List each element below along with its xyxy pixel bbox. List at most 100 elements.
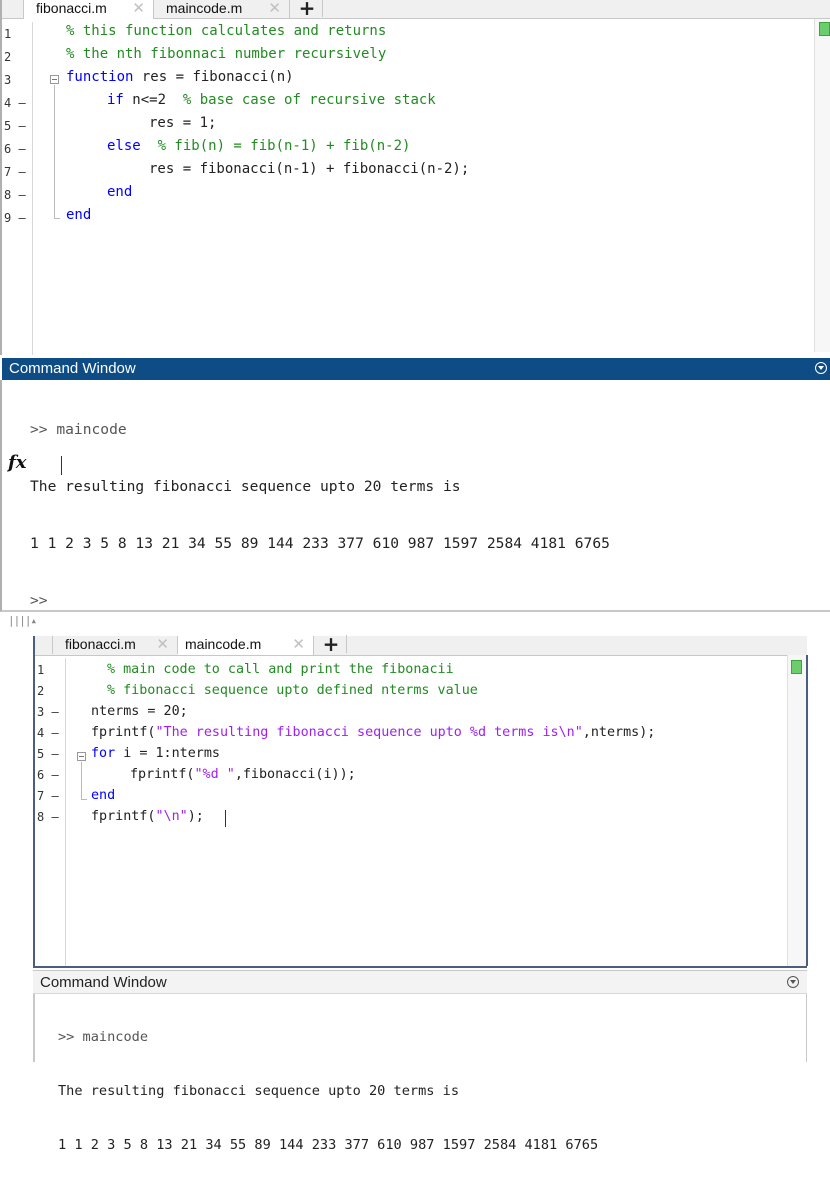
code-line: % fibonacci sequence upto defined nterms… [107,683,478,698]
bottom-command-window-header: Command Window [33,970,807,994]
keyword-function: function [66,69,134,85]
bottom-editor-pane: fibonacci.m ✕ maincode.m ✕ + 1 2 3 — 4 —… [33,634,808,968]
code-string: "The resulting fibonacci sequence upto %… [155,725,583,740]
code-rest: ,fibonacci(i)); [234,767,356,782]
bottom-tab-fibonacci-label: fibonacci.m [65,636,136,652]
code-fn: fprintf( [91,725,156,740]
close-icon[interactable]: ✕ [156,636,169,653]
keyword-for: for [91,746,116,761]
code-line: % the nth fibonnaci number recursively [66,46,387,62]
command-output-line: 1 1 2 3 5 8 13 21 34 55 89 144 233 377 6… [30,535,610,552]
code-string: "%d " [194,767,235,782]
code-line-rest: n<=2 [123,92,183,108]
code-string: "\n" [155,809,188,824]
code-line: nterms = 20; [91,704,188,719]
code-line: function res = fibonacci(n) [66,69,294,85]
fx-function-browser-icon[interactable]: fx [8,452,26,473]
code-rest: ,nterms); [582,725,656,740]
command-line-echo: >> maincode [30,421,127,438]
close-icon[interactable]: ✕ [292,636,305,653]
line-number: 7 — [37,789,59,803]
command-output-line: The resulting fibonacci sequence upto 20… [58,1083,460,1099]
top-line-number-gutter: 1 2 3 4 — 5 — 6 — 7 — 8 — 9 — [2,22,33,355]
line-number: 2 [4,50,12,64]
top-command-window[interactable]: >> maincode The resulting fibonacci sequ… [0,380,830,612]
bottom-line-number-gutter: 1 2 3 — 4 — 5 — 6 — 7 — 8 — [35,658,66,966]
code-line: fprintf("The resulting fibonacci sequenc… [91,725,655,740]
line-number: 6 — [4,142,26,156]
command-output-line: The resulting fibonacci sequence upto 20… [30,478,461,495]
bottom-command-window[interactable]: >> maincode The resulting fibonacci sequ… [33,994,807,1153]
bottom-editor-tabbar: fibonacci.m ✕ maincode.m ✕ + [35,634,807,656]
keyword-else: else [107,138,141,154]
code-line: else % fib(n) = fib(n-1) + fib(n-2) [107,138,410,154]
code-line: fprintf("%d ",fibonacci(i)); [130,767,356,782]
line-number: 8 — [4,188,26,202]
keyword-if: if [107,92,124,108]
bottom-tab-fibonacci[interactable]: fibonacci.m ✕ [53,636,178,654]
line-number: 5 — [37,747,59,761]
code-rest: i = 1:nterms [115,746,220,761]
code-line: end [66,207,92,223]
top-tab-fibonacci[interactable]: fibonacci.m ✕ [24,0,154,19]
top-command-window-header: Command Window [2,358,830,380]
code-line-rest: res = fibonacci(n) [133,69,294,85]
command-output: >> maincode The resulting fibonacci sequ… [58,995,598,1188]
top-tab-maincode[interactable]: maincode.m ✕ [154,0,290,18]
top-tab-maincode-label: maincode.m [166,0,243,16]
line-number: 5 — [4,119,26,133]
command-prompt-line: >> [30,589,610,612]
line-number: 3 [4,73,12,87]
line-number: 6 — [37,768,59,782]
bottom-editor-scrollbar[interactable] [787,655,808,966]
code-rest: ); [187,809,204,824]
top-tab-fibonacci-label: fibonacci.m [36,0,107,16]
top-code-area[interactable]: % this function calculates and returns %… [32,22,812,352]
command-prompt: >> [30,592,48,609]
close-icon[interactable]: ✕ [132,0,145,17]
line-number: 8 — [37,810,59,824]
text-caret [61,456,62,475]
add-tab-button[interactable]: + [292,0,323,18]
bottom-tab-spacer [35,636,53,654]
command-output-line: 1 1 2 3 5 8 13 21 34 55 89 144 233 377 6… [58,1137,599,1153]
add-tab-button[interactable]: + [316,634,347,654]
code-line: fprintf("\n"); [91,809,204,824]
close-icon[interactable]: ✕ [268,0,281,17]
code-fn: fprintf( [130,767,195,782]
line-number: 3 — [37,705,59,719]
top-command-window-title: Command Window [9,360,136,377]
code-comment: % fib(n) = fib(n-1) + fib(n-2) [140,138,411,154]
text-caret [225,810,226,827]
bottom-tab-maincode-label: maincode.m [185,636,262,652]
top-editor-tabbar: fibonacci.m ✕ maincode.m ✕ + [2,0,830,19]
bottom-tab-maincode[interactable]: maincode.m ✕ [178,636,314,655]
line-number: 4 — [4,96,26,110]
code-line: res = fibonacci(n-1) + fibonacci(n-2); [149,161,470,177]
code-line: res = 1; [149,115,217,131]
line-number: 2 [37,684,45,698]
code-line: end [107,184,133,200]
top-editor-scrollbar[interactable] [814,19,830,352]
code-line: % main code to call and print the fibona… [107,662,454,677]
command-line-echo: >> maincode [58,1029,149,1045]
top-editor-pane: fibonacci.m ✕ maincode.m ✕ + 1 2 3 4 — 5… [0,0,830,355]
code-analyzer-ok-icon [791,660,802,674]
bottom-code-area[interactable]: % main code to call and print the fibona… [65,658,795,963]
code-line: % this function calculates and returns [66,23,387,39]
bottom-command-window-title: Command Window [40,974,167,991]
line-number: 1 [4,27,12,41]
chevron-down-icon[interactable] [815,362,827,374]
code-line: for i = 1:nterms [91,746,220,761]
chevron-down-icon[interactable] [787,976,799,988]
code-comment: % base case of recursive stack [182,92,436,108]
code-analyzer-ok-icon [819,22,830,36]
line-number: 7 — [4,165,26,179]
code-fn: fprintf( [91,809,156,824]
command-output: >> maincode The resulting fibonacci sequ… [30,384,610,646]
code-line: if n<=2 % base case of recursive stack [107,92,436,108]
line-number: 1 [37,663,45,677]
line-number: 9 — [4,211,26,225]
panel-resize-grip-icon[interactable]: ||||▴ [8,614,37,627]
code-line: end [91,788,116,803]
